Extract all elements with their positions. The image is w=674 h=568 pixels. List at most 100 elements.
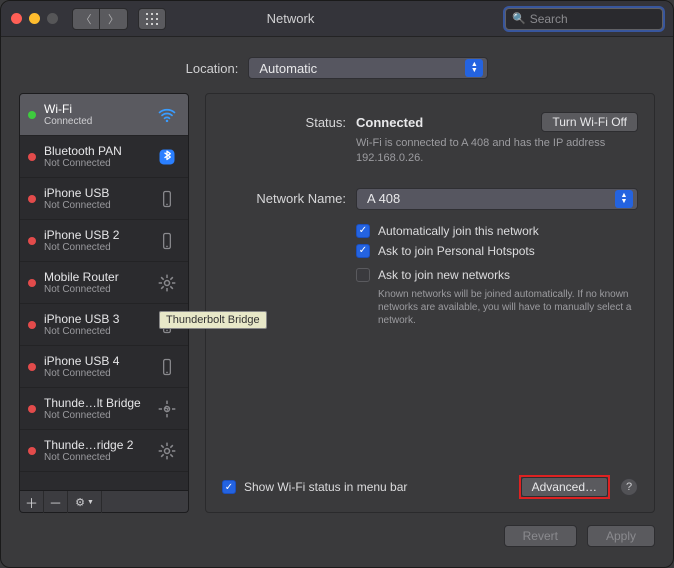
sidebar-item-mobile-router[interactable]: Mobile Router Not Connected	[20, 262, 188, 304]
sidebar-item-thunde-ridge-2[interactable]: Thunde…ridge 2 Not Connected	[20, 430, 188, 472]
service-status: Not Connected	[44, 200, 146, 211]
show-status-checkbox[interactable]: ✓	[222, 480, 236, 494]
network-name-select[interactable]: A 408 ▲▼	[356, 188, 638, 210]
service-status: Not Connected	[44, 326, 146, 337]
help-icon: ?	[626, 481, 632, 493]
network-name-label: Network Name:	[222, 188, 346, 206]
service-name: iPhone USB 2	[44, 228, 146, 242]
titlebar: 〈 〉 Network 🔍 Search	[1, 1, 673, 37]
status-dot-icon	[28, 153, 36, 161]
phone-icon	[154, 354, 180, 380]
window-title: Network	[76, 11, 505, 26]
status-dot-icon	[28, 279, 36, 287]
location-label: Location:	[186, 61, 239, 76]
ask-hotspot-label: Ask to join Personal Hotspots	[378, 244, 535, 258]
show-status-label: Show Wi-Fi status in menu bar	[244, 480, 407, 494]
status-dot-icon	[28, 405, 36, 413]
apply-button[interactable]: Apply	[587, 525, 655, 547]
location-row: Location: Automatic ▲▼	[19, 57, 655, 79]
service-text: iPhone USB 2 Not Connected	[44, 228, 146, 253]
pane-bottom-row: ✓ Show Wi-Fi status in menu bar Advanced…	[222, 474, 638, 500]
service-name: Mobile Router	[44, 270, 146, 284]
traffic-lights	[11, 13, 58, 24]
service-actions-menu[interactable]: ⚙▼	[68, 491, 102, 513]
ask-new-checkbox-row: Ask to join new networks	[356, 268, 638, 282]
search-placeholder: Search	[530, 12, 568, 26]
location-value: Automatic	[259, 61, 317, 76]
network-name-value: A 408	[367, 191, 400, 206]
search-icon: 🔍	[512, 12, 526, 25]
phone-icon	[154, 228, 180, 254]
service-name: iPhone USB 3	[44, 312, 146, 326]
status-dot-icon	[28, 363, 36, 371]
sidebar-item-iphone-usb-4[interactable]: iPhone USB 4 Not Connected	[20, 346, 188, 388]
turn-wifi-off-button[interactable]: Turn Wi-Fi Off	[541, 112, 638, 132]
service-text: iPhone USB Not Connected	[44, 186, 146, 211]
sidebar-item-bluetooth-pan[interactable]: Bluetooth PAN Not Connected	[20, 136, 188, 178]
service-name: Thunde…ridge 2	[44, 438, 146, 452]
auto-join-label: Automatically join this network	[378, 224, 539, 238]
status-dot-icon	[28, 237, 36, 245]
service-name: Bluetooth PAN	[44, 144, 146, 158]
auto-join-checkbox[interactable]: ✓	[356, 224, 370, 238]
sidebar-item-iphone-usb-2[interactable]: iPhone USB 2 Not Connected	[20, 220, 188, 262]
status-value: Connected	[356, 115, 423, 130]
select-arrows-icon: ▲▼	[615, 190, 633, 208]
sidebar-item-wi-fi[interactable]: Wi-Fi Connected	[20, 94, 188, 136]
minimize-window-button[interactable]	[29, 13, 40, 24]
service-text: Bluetooth PAN Not Connected	[44, 144, 146, 169]
service-text: Mobile Router Not Connected	[44, 270, 146, 295]
status-dot-icon	[28, 195, 36, 203]
ask-hotspot-checkbox[interactable]: ✓	[356, 244, 370, 258]
service-status: Not Connected	[44, 242, 146, 253]
status-row: Status: Connected Turn Wi-Fi Off Wi-Fi i…	[222, 112, 638, 166]
close-window-button[interactable]	[11, 13, 22, 24]
service-text: Thunde…lt Bridge Not Connected	[44, 396, 146, 421]
location-select[interactable]: Automatic ▲▼	[248, 57, 488, 79]
thunderbolt-icon	[154, 396, 180, 422]
sidebar-toolbar: ＋ － ⚙▼	[19, 491, 189, 513]
service-text: Thunde…ridge 2 Not Connected	[44, 438, 146, 463]
content-area: Location: Automatic ▲▼ Wi-Fi Connected B…	[1, 37, 673, 513]
ethernet-icon	[154, 438, 180, 464]
service-status: Not Connected	[44, 158, 146, 169]
detail-pane: Status: Connected Turn Wi-Fi Off Wi-Fi i…	[205, 93, 655, 513]
revert-button[interactable]: Revert	[504, 525, 577, 547]
status-label: Status:	[222, 112, 346, 130]
service-text: iPhone USB 3 Not Connected	[44, 312, 146, 337]
ethernet-icon	[154, 270, 180, 296]
footer: Revert Apply	[1, 513, 673, 559]
advanced-button[interactable]: Advanced…	[521, 477, 608, 497]
service-name: iPhone USB	[44, 186, 146, 200]
status-dot-icon	[28, 321, 36, 329]
show-status-checkbox-row: ✓ Show Wi-Fi status in menu bar	[222, 480, 407, 494]
wifi-icon	[154, 102, 180, 128]
status-description: Wi-Fi is connected to A 408 and has the …	[356, 136, 638, 166]
main-area: Wi-Fi Connected Bluetooth PAN Not Connec…	[19, 93, 655, 513]
network-name-row: Network Name: A 408 ▲▼ ✓ Automatically j…	[222, 188, 638, 327]
sidebar-item-thunde-lt-bridge[interactable]: Thunde…lt Bridge Not Connected	[20, 388, 188, 430]
service-status: Not Connected	[44, 410, 146, 421]
auto-join-checkbox-row: ✓ Automatically join this network	[356, 224, 638, 238]
gear-icon: ⚙	[75, 496, 85, 509]
add-service-button[interactable]: ＋	[20, 491, 44, 513]
sidebar-item-iphone-usb[interactable]: iPhone USB Not Connected	[20, 178, 188, 220]
service-status: Not Connected	[44, 284, 146, 295]
sidebar: Wi-Fi Connected Bluetooth PAN Not Connec…	[19, 93, 189, 513]
help-button[interactable]: ?	[620, 478, 638, 496]
service-status: Connected	[44, 116, 146, 127]
ask-new-checkbox[interactable]	[356, 268, 370, 282]
service-name: Wi-Fi	[44, 102, 146, 116]
service-status: Not Connected	[44, 452, 146, 463]
service-text: Wi-Fi Connected	[44, 102, 146, 127]
remove-service-button[interactable]: －	[44, 491, 68, 513]
ask-new-label: Ask to join new networks	[378, 268, 510, 282]
status-dot-icon	[28, 447, 36, 455]
service-list[interactable]: Wi-Fi Connected Bluetooth PAN Not Connec…	[19, 93, 189, 491]
bluetooth-icon	[154, 144, 180, 170]
ask-hotspot-checkbox-row: ✓ Ask to join Personal Hotspots	[356, 244, 638, 258]
known-networks-description: Known networks will be joined automatica…	[378, 288, 638, 327]
tooltip: Thunderbolt Bridge	[159, 311, 267, 329]
service-name: iPhone USB 4	[44, 354, 146, 368]
search-field[interactable]: 🔍 Search	[505, 8, 663, 30]
